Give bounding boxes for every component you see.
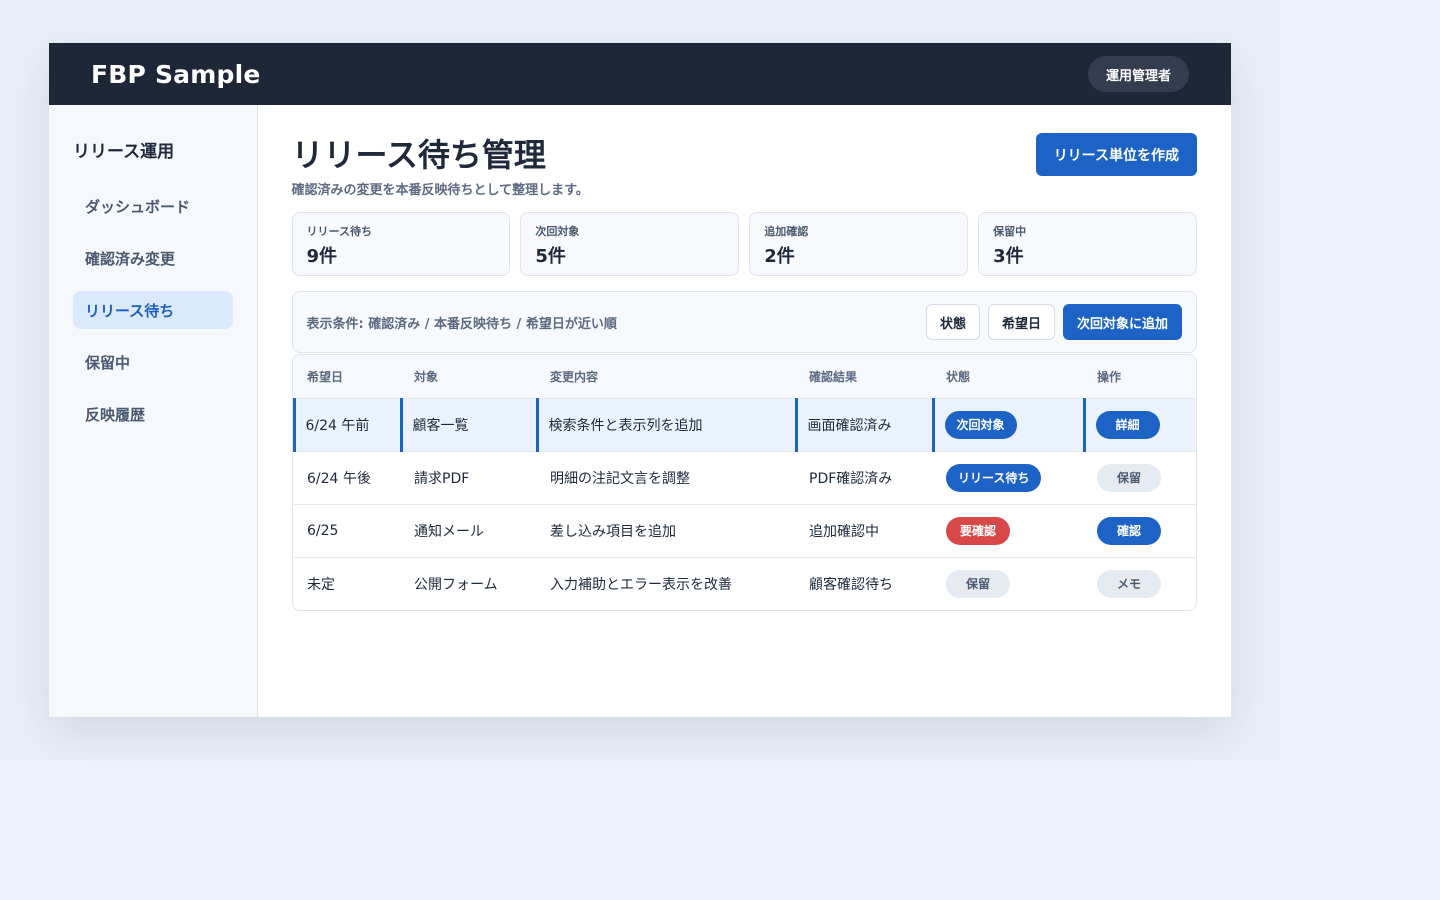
page-title: リリース待ち管理: [291, 136, 546, 174]
cell-result: PDF確認済み: [796, 450, 933, 504]
stat-label: 保留中: [993, 225, 1027, 238]
cell-status: 要確認: [933, 503, 1084, 557]
cell-change: 検索条件と表示列を追加: [535, 397, 796, 451]
stat-label: 次回対象: [535, 225, 580, 238]
cell-action: 確認: [1084, 503, 1196, 557]
cell-status: 保留: [933, 556, 1084, 610]
cell-change: 差し込み項目を追加: [537, 503, 796, 557]
stat-card-additional-check: 追加確認 2件: [749, 212, 969, 276]
sidebar-item-release-history[interactable]: 反映履歴: [73, 395, 233, 433]
cell-date: 6/24 午前: [292, 397, 401, 451]
stat-label: リリース待ち: [306, 225, 372, 238]
stat-value: 9件: [306, 246, 338, 267]
sidebar-title: リリース運用: [73, 142, 175, 162]
cell-action: 詳細: [1082, 397, 1196, 451]
cell-result: 追加確認中: [796, 503, 933, 557]
status-badge[interactable]: 要確認: [946, 516, 1010, 545]
cell-change: 明細の注記文言を調整: [537, 450, 796, 504]
stats-row: リリース待ち 9件 次回対象 5件 追加確認 2件 保留中 3件: [291, 212, 1197, 276]
status-filter-button[interactable]: 状態: [925, 304, 980, 340]
main-content: リリース待ち管理 確認済みの変更を本番反映待ちとして整理します。 リリース単位を…: [258, 105, 1232, 717]
app-title: FBP Sample: [91, 59, 261, 89]
table-row[interactable]: 6/24 午後 請求PDF 明細の注記文言を調整 PDF確認済み リリース待ち …: [294, 450, 1196, 504]
confirm-button[interactable]: 確認: [1097, 516, 1161, 545]
filter-bar: 表示条件: 確認済み / 本番反映待ち / 希望日が近い順 状態 希望日 次回対…: [291, 291, 1197, 353]
cell-date: 未定: [294, 556, 401, 610]
sidebar-item-dashboard[interactable]: ダッシュボード: [73, 187, 233, 225]
cell-target: 請求PDF: [401, 450, 537, 504]
sidebar-item-confirmed-changes[interactable]: 確認済み変更: [73, 239, 233, 277]
stat-value: 3件: [993, 246, 1024, 267]
column-header: 操作: [1084, 355, 1196, 398]
user-role-badge[interactable]: 運用管理者: [1087, 56, 1189, 92]
cell-status: リリース待ち: [933, 450, 1084, 504]
status-badge[interactable]: 次回対象: [944, 410, 1017, 439]
cell-change: 入力補助とエラー表示を改善: [537, 556, 796, 610]
sidebar-item-release-waiting[interactable]: リリース待ち: [73, 291, 233, 329]
cell-result: 顧客確認待ち: [796, 556, 933, 610]
table-header-row: 希望日 対象 変更内容 確認結果 状態 操作: [294, 355, 1196, 398]
create-release-unit-button[interactable]: リリース単位を作成: [1035, 133, 1197, 176]
stat-card-release-waiting: リリース待ち 9件: [291, 212, 511, 276]
sidebar: リリース運用 ダッシュボード 確認済み変更 リリース待ち 保留中 反映履歴: [49, 105, 258, 717]
stat-value: 2件: [764, 246, 795, 267]
cell-target: 通知メール: [401, 503, 537, 557]
column-header[interactable]: 変更内容: [537, 355, 796, 398]
app-window: FBP Sample 運用管理者 リリース運用 ダッシュボード 確認済み変更 リ…: [49, 43, 1231, 717]
add-to-next-button[interactable]: 次回対象に追加: [1062, 304, 1182, 340]
top-bar: FBP Sample 運用管理者: [49, 43, 1231, 105]
table-row[interactable]: 6/24 午前 顧客一覧 検索条件と表示列を追加 画面確認済み 次回対象 詳細: [292, 397, 1196, 451]
memo-button[interactable]: メモ: [1097, 569, 1161, 598]
release-table: 希望日 対象 変更内容 確認結果 状態 操作 6/24 午前 顧客一覧 検索条件: [291, 354, 1197, 611]
column-header[interactable]: 状態: [933, 355, 1084, 398]
column-header[interactable]: 対象: [401, 355, 537, 398]
cell-date: 6/24 午後: [294, 450, 401, 504]
detail-button[interactable]: 詳細: [1095, 410, 1160, 439]
page-subtitle: 確認済みの変更を本番反映待ちとして整理します。: [291, 183, 589, 198]
stat-label: 追加確認: [764, 225, 809, 238]
stat-card-next-target: 次回対象 5件: [520, 212, 740, 276]
hold-button[interactable]: 保留: [1097, 463, 1161, 492]
cell-target: 顧客一覧: [399, 397, 537, 451]
stat-card-on-hold: 保留中 3件: [978, 212, 1197, 276]
status-badge[interactable]: 保留: [946, 569, 1010, 598]
cell-result: 画面確認済み: [794, 397, 933, 451]
status-badge[interactable]: リリース待ち: [946, 463, 1042, 492]
cell-status: 次回対象: [931, 397, 1084, 451]
cell-action: メモ: [1084, 556, 1196, 610]
cell-date: 6/25: [294, 503, 401, 557]
column-header[interactable]: 確認結果: [796, 355, 933, 398]
table-row[interactable]: 6/25 通知メール 差し込み項目を追加 追加確認中 要確認 確認: [294, 503, 1196, 557]
filter-conditions-text: 表示条件: 確認済み / 本番反映待ち / 希望日が近い順: [306, 316, 617, 332]
sidebar-item-on-hold[interactable]: 保留中: [73, 343, 233, 381]
cell-action: 保留: [1084, 450, 1196, 504]
table-row[interactable]: 未定 公開フォーム 入力補助とエラー表示を改善 顧客確認待ち 保留 メモ: [294, 556, 1196, 610]
date-filter-button[interactable]: 希望日: [987, 304, 1055, 340]
stat-value: 5件: [535, 246, 566, 267]
cell-target: 公開フォーム: [401, 556, 537, 610]
column-header[interactable]: 希望日: [294, 355, 401, 398]
